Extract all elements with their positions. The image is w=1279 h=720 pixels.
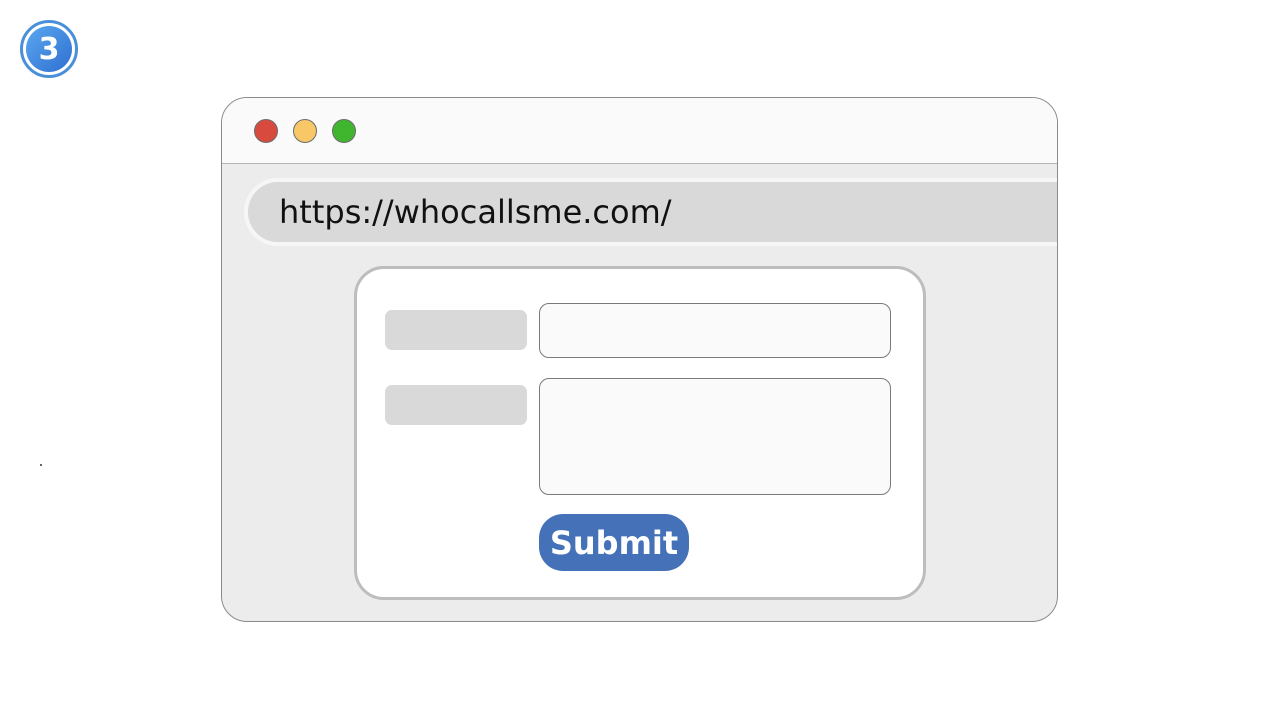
contact-form: Submit: [354, 266, 926, 600]
close-window-button[interactable]: [254, 119, 278, 143]
text-input-field[interactable]: [539, 303, 891, 358]
submit-button[interactable]: Submit: [539, 514, 689, 571]
field-label-placeholder-2: [385, 385, 527, 425]
browser-window: https://whocallsme.com/ Submit: [221, 97, 1058, 622]
maximize-window-button[interactable]: [332, 119, 356, 143]
address-bar-url: https://whocallsme.com/: [279, 193, 672, 231]
field-label-placeholder-1: [385, 310, 527, 350]
illustration-stage: 3 https://whocallsme.com/ Submit: [0, 0, 1279, 720]
stray-dot: [40, 464, 42, 466]
minimize-window-button[interactable]: [293, 119, 317, 143]
address-bar[interactable]: https://whocallsme.com/: [244, 178, 1057, 246]
step-number: 3: [26, 26, 72, 72]
browser-titlebar: [222, 98, 1057, 164]
step-number-badge: 3: [20, 20, 78, 78]
message-textarea[interactable]: [539, 378, 891, 495]
